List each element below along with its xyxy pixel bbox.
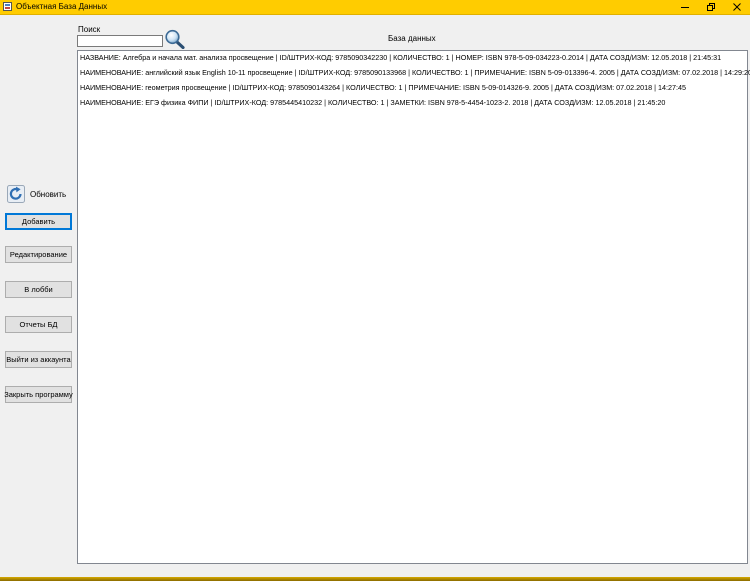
minimize-icon: [681, 7, 689, 8]
reports-button[interactable]: Отчеты БД: [5, 316, 72, 333]
maximize-button[interactable]: [698, 0, 724, 14]
window-title: Объектная База Данных: [16, 2, 108, 11]
list-item[interactable]: НАИМЕНОВАНИЕ: английский язык English 10…: [80, 67, 750, 79]
search-label: Поиск: [78, 25, 101, 34]
database-listbox[interactable]: НАЗВАНИЕ: Алгебра и начала мат. анализа …: [77, 50, 750, 564]
restore-icon: [707, 3, 715, 11]
app-icon: [3, 2, 12, 11]
lobby-button[interactable]: В лобби: [5, 281, 72, 298]
taskbar-edge: [0, 577, 750, 581]
add-button[interactable]: Добавить: [5, 213, 72, 230]
close-window-button[interactable]: [724, 0, 750, 14]
search-input[interactable]: [77, 35, 163, 47]
edit-button[interactable]: Редактирование: [5, 246, 72, 263]
close-icon: [733, 3, 741, 11]
magnifier-icon: [165, 29, 185, 50]
list-item[interactable]: НАЗВАНИЕ: Алгебра и начала мат. анализа …: [80, 52, 721, 64]
refresh-button[interactable]: Обновить: [7, 182, 67, 206]
list-item[interactable]: НАИМЕНОВАНИЕ: геометрия просвещение | ID…: [80, 82, 686, 94]
refresh-label: Обновить: [30, 189, 67, 199]
logout-button[interactable]: Выйти из аккаунта: [5, 351, 72, 368]
database-label: База данных: [388, 34, 436, 43]
refresh-icon: [7, 185, 25, 203]
title-bar[interactable]: Объектная База Данных: [0, 0, 750, 15]
search-button[interactable]: [164, 29, 186, 50]
close-program-button[interactable]: Закрыть программу: [4, 386, 73, 403]
list-item[interactable]: НАИМЕНОВАНИЕ: ЕГЭ физика ФИПИ | ID/ШТРИХ…: [80, 97, 665, 109]
minimize-button[interactable]: [672, 0, 698, 14]
